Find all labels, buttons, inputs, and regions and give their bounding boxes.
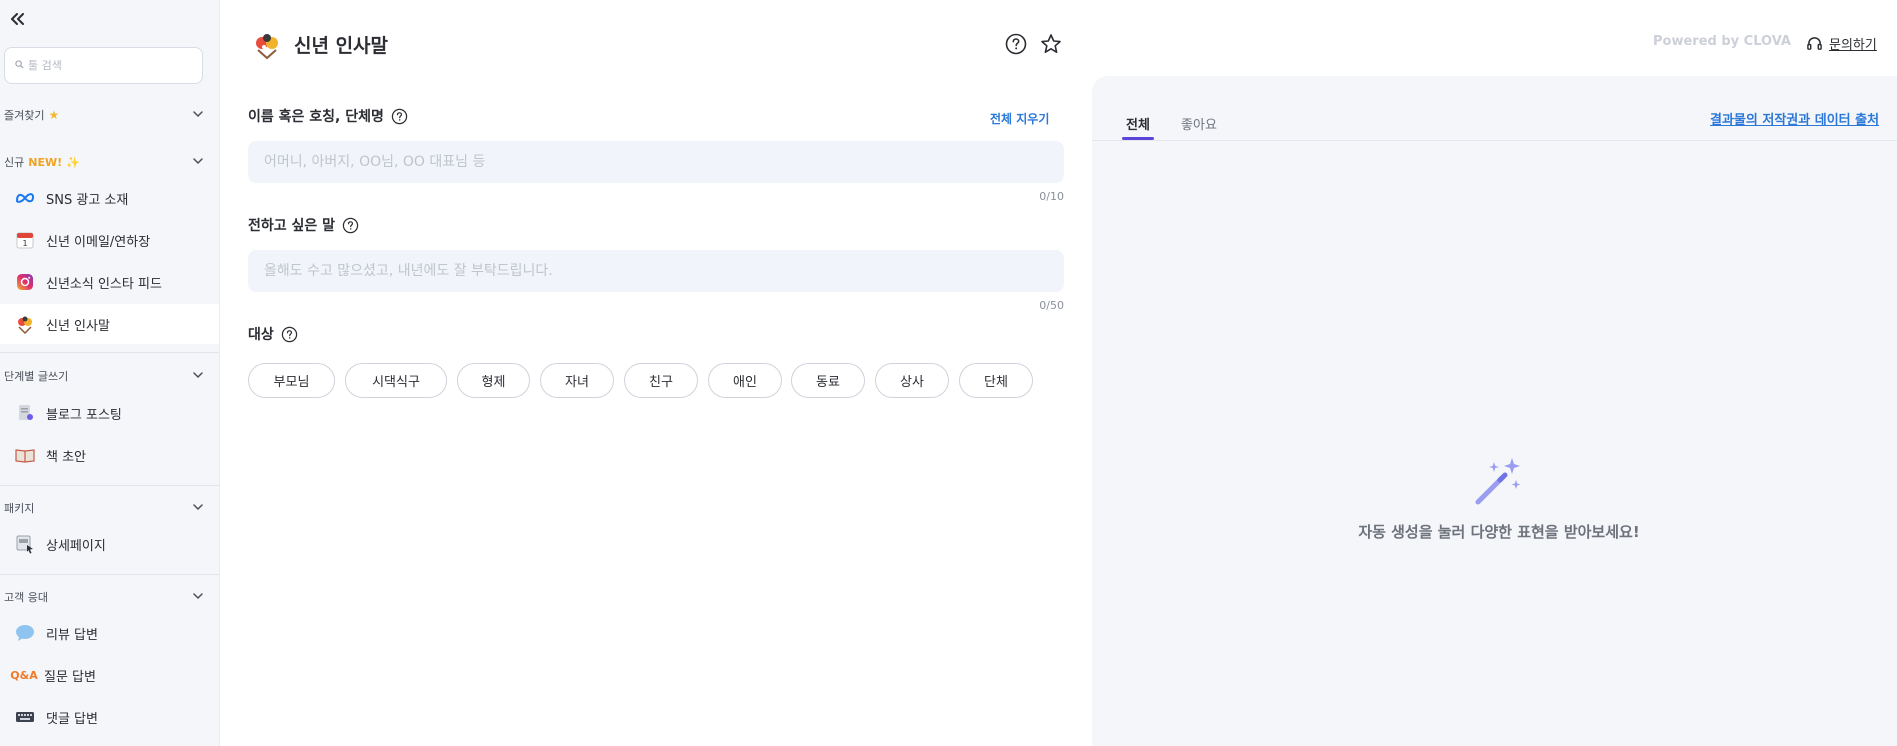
sidebar-item-label: 댓글 답변 <box>46 711 98 727</box>
chevron-down-icon[interactable] <box>191 589 205 603</box>
new-badge: NEW! ✨ <box>28 155 80 169</box>
section-customer[interactable]: 고객 응대 <box>0 586 205 608</box>
sidebar-item-newyear-greeting[interactable]: 신년 인사말 <box>0 304 219 344</box>
section-customer-label: 고객 응대 <box>4 591 48 604</box>
sidebar-item-label: SNS 광고 소재 <box>46 192 129 208</box>
section-stepwise-label: 단계별 글쓰기 <box>4 370 69 383</box>
new-year-greeting-icon <box>14 313 36 335</box>
message-field-label-text: 전하고 싶은 말 <box>248 218 336 234</box>
sidebar-item-sns-ad[interactable]: SNS 광고 소재 <box>0 178 219 218</box>
sidebar-divider <box>0 574 219 575</box>
copyright-data-source-link[interactable]: 결과물의 저작권과 데이터 출처 <box>1710 109 1879 128</box>
sidebar-item-newyear-email[interactable]: 1 신년 이메일/연하장 <box>0 220 219 260</box>
star-icon: ★ <box>48 108 60 122</box>
meta-logo-icon <box>14 187 36 209</box>
tool-search-input[interactable] <box>28 59 188 72</box>
section-stepwise[interactable]: 단계별 글쓰기 <box>0 365 205 387</box>
target-chip-boss[interactable]: 상사 <box>875 363 949 398</box>
target-field-label: 대상 <box>248 324 298 344</box>
name-input[interactable] <box>248 141 1064 183</box>
name-field-label-text: 이름 혹은 호칭, 단체명 <box>248 109 384 125</box>
tab-all[interactable]: 전체 <box>1122 114 1154 133</box>
message-field-label: 전하고 싶은 말 <box>248 215 359 235</box>
keyboard-icon <box>14 706 36 728</box>
chevron-down-icon[interactable] <box>191 368 205 382</box>
sidebar-item-detail-page[interactable]: 상세페이지 <box>0 524 219 564</box>
detail-page-icon <box>14 533 36 555</box>
magic-wand-icon <box>1472 456 1524 508</box>
target-chip-group[interactable]: 단체 <box>959 363 1033 398</box>
sidebar-item-label: 질문 답변 <box>44 669 96 685</box>
section-favorites-label: 즐겨찾기 <box>4 109 45 122</box>
target-chip-siblings[interactable]: 형제 <box>457 363 530 398</box>
target-chip-friend[interactable]: 친구 <box>624 363 698 398</box>
target-chip-in-laws[interactable]: 시댁식구 <box>345 363 447 398</box>
help-icon[interactable] <box>391 108 408 125</box>
sidebar-item-book-draft[interactable]: 책 초안 <box>0 435 219 475</box>
results-divider <box>1092 140 1897 141</box>
calendar-icon: 1 <box>14 229 36 251</box>
target-field-label-text: 대상 <box>248 327 274 343</box>
sidebar: 즐겨찾기 ★ 신규 NEW! ✨ SNS 광고 소재 1 신년 이메일/연하장 … <box>0 0 220 746</box>
section-package[interactable]: 패키지 <box>0 497 205 519</box>
inquiry-label: 문의하기 <box>1829 37 1877 53</box>
section-favorites[interactable]: 즐겨찾기 ★ <box>0 104 205 126</box>
clear-all-button[interactable]: 전체 지우기 <box>990 110 1049 127</box>
message-input[interactable] <box>248 250 1064 292</box>
chevron-down-icon[interactable] <box>191 107 205 121</box>
target-chip-lover[interactable]: 애인 <box>708 363 782 398</box>
speech-bubble-icon <box>14 622 36 644</box>
sidebar-item-comment-reply[interactable]: 댓글 답변 <box>0 697 219 737</box>
section-new[interactable]: 신규 NEW! ✨ <box>0 151 205 173</box>
sidebar-item-label: 책 초안 <box>46 449 87 465</box>
new-year-greeting-icon <box>252 30 282 60</box>
target-chip-colleague[interactable]: 동료 <box>791 363 865 398</box>
section-package-label: 패키지 <box>4 502 35 515</box>
blog-doc-icon <box>14 402 36 424</box>
sidebar-item-question-reply[interactable]: Q&A 질문 답변 <box>0 655 219 695</box>
tool-search-box[interactable] <box>4 47 203 84</box>
svg-text:1: 1 <box>22 239 27 248</box>
message-char-counter: 0/50 <box>1039 299 1064 312</box>
page-title: 신년 인사말 <box>294 35 389 57</box>
powered-by-clova: Powered by CLOVA <box>1653 34 1791 49</box>
tab-liked[interactable]: 좋아요 <box>1177 114 1221 133</box>
qa-icon-text: Q&A <box>10 668 38 682</box>
double-chevron-left-icon[interactable] <box>8 10 28 28</box>
section-new-label: 신규 <box>4 156 25 169</box>
sidebar-item-review-reply[interactable]: 리뷰 답변 <box>0 613 219 653</box>
help-icon[interactable] <box>1005 33 1027 55</box>
instagram-icon <box>14 271 36 293</box>
favorite-star-icon[interactable] <box>1040 33 1062 55</box>
sidebar-item-label: 신년 인사말 <box>46 318 110 334</box>
target-chip-children[interactable]: 자녀 <box>540 363 614 398</box>
sidebar-item-label: 블로그 포스팅 <box>46 407 122 423</box>
sidebar-divider <box>0 352 219 353</box>
target-chip-parents[interactable]: 부모님 <box>248 363 335 398</box>
inquiry-link[interactable]: 문의하기 <box>1806 33 1877 53</box>
sidebar-item-label: 신년소식 인스타 피드 <box>46 276 162 292</box>
results-panel <box>1092 76 1897 746</box>
help-icon[interactable] <box>342 217 359 234</box>
sidebar-item-blog-posting[interactable]: 블로그 포스팅 <box>0 393 219 433</box>
name-char-counter: 0/10 <box>1039 190 1064 203</box>
sidebar-item-insta-feed[interactable]: 신년소식 인스타 피드 <box>0 262 219 302</box>
help-icon[interactable] <box>281 326 298 343</box>
sidebar-item-label: 리뷰 답변 <box>46 627 98 643</box>
sidebar-item-label: 신년 이메일/연하장 <box>46 234 151 250</box>
empty-state-message: 자동 생성을 눌러 다양한 표현을 받아보세요! <box>1358 523 1640 541</box>
chevron-down-icon[interactable] <box>191 500 205 514</box>
chevron-down-icon[interactable] <box>191 154 205 168</box>
search-icon <box>15 59 24 72</box>
headset-icon <box>1807 36 1822 50</box>
sidebar-divider <box>0 485 219 486</box>
qa-icon: Q&A <box>10 664 38 686</box>
name-field-label: 이름 혹은 호칭, 단체명 <box>248 106 408 126</box>
book-icon <box>14 444 36 466</box>
sidebar-item-label: 상세페이지 <box>46 538 106 554</box>
